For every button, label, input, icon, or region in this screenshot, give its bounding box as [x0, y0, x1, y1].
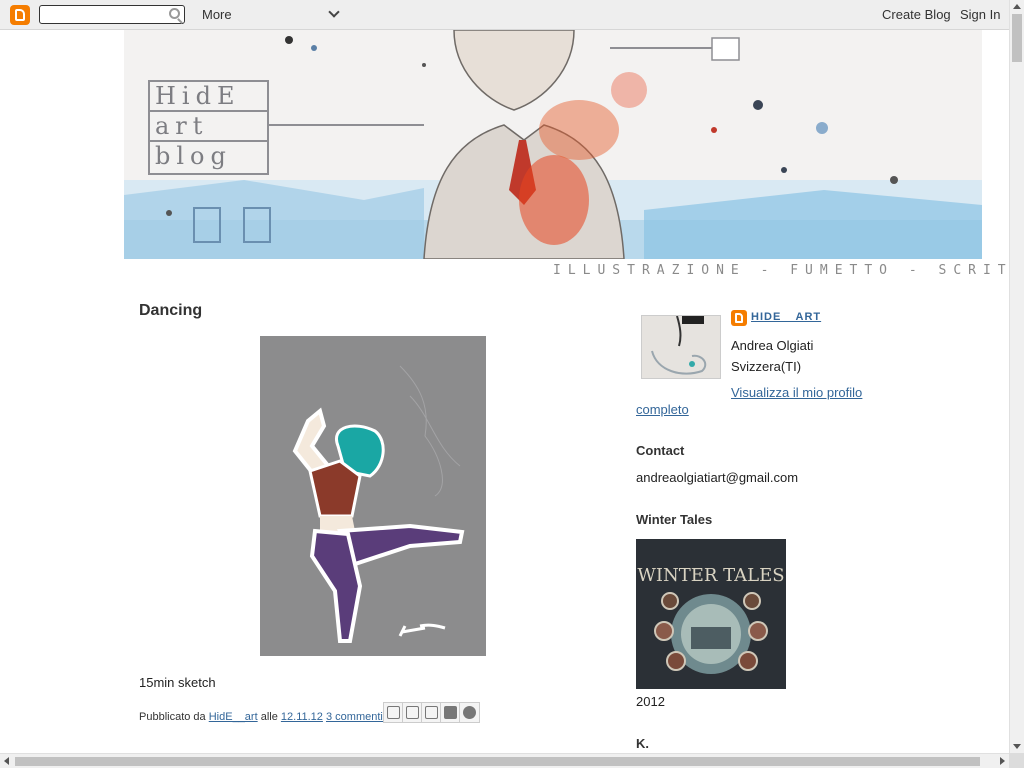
profile-link-line2: completo — [636, 402, 689, 417]
contact-heading: Contact — [636, 443, 685, 458]
logo-text-blog: blog — [155, 142, 232, 170]
email-icon — [387, 706, 400, 719]
next-widget-heading: K. — [636, 736, 649, 751]
published-by-label: Pubblicato da — [139, 711, 206, 723]
profile-link-line1: Visualizza il mio profilo — [731, 385, 863, 400]
blogger-navbar: More Create Blog Sign In — [0, 0, 1009, 30]
profile-real-name: Andrea Olgiati — [731, 338, 814, 353]
chevron-down-icon[interactable] — [328, 6, 340, 18]
blogger-logo-icon[interactable] — [10, 5, 30, 25]
scroll-corner — [1009, 753, 1024, 768]
more-menu[interactable]: More — [202, 7, 232, 22]
share-buttons — [383, 702, 480, 723]
profile-picture — [642, 316, 720, 378]
comments-link[interactable]: 3 commenti: — [326, 711, 386, 723]
post-time-link[interactable]: 12.11.12 — [281, 711, 323, 723]
blogger-profile-icon — [731, 310, 747, 326]
facebook-share-button[interactable] — [441, 703, 460, 722]
pinterest-icon — [463, 706, 476, 719]
facebook-icon — [444, 706, 457, 719]
profile-photo[interactable] — [641, 315, 721, 379]
horizontal-scrollbar[interactable] — [0, 753, 1009, 768]
winter-tales-heading: Winter Tales — [636, 512, 713, 527]
blogger-icon — [406, 706, 419, 719]
winter-tales-caption: 2012 — [636, 694, 665, 709]
dancing-illustration — [260, 336, 486, 656]
search-icon[interactable] — [169, 8, 180, 19]
twitter-share-button[interactable] — [422, 703, 441, 722]
post-image[interactable] — [260, 336, 486, 656]
logo-text-hide: HidE — [155, 82, 241, 110]
author-link[interactable]: HidE__art — [209, 711, 258, 723]
search-input[interactable] — [39, 5, 185, 24]
scroll-down-arrow-icon[interactable] — [1013, 744, 1021, 749]
sign-in-link[interactable]: Sign In — [960, 7, 1000, 22]
winter-tales-cover: WINTER TALES — [636, 539, 786, 689]
twitter-icon — [425, 706, 438, 719]
post-body-text: 15min sketch — [139, 675, 216, 690]
logo-text-art: art — [155, 112, 209, 140]
winter-tales-image[interactable]: WINTER TALES — [636, 539, 786, 689]
header-tagline: ILLUSTRAZIONE - FUMETTO - SCRITTURA — [553, 263, 1024, 278]
create-blog-link[interactable]: Create Blog — [882, 7, 951, 22]
scroll-left-arrow-icon[interactable] — [4, 757, 9, 765]
vertical-scrollbar[interactable] — [1009, 0, 1024, 753]
post-title[interactable]: Dancing — [139, 302, 202, 320]
at-label: alle — [260, 711, 278, 723]
horizontal-scroll-thumb[interactable] — [15, 757, 980, 766]
winter-tales-cover-title: WINTER TALES — [637, 565, 784, 586]
email-share-button[interactable] — [384, 703, 403, 722]
scroll-up-arrow-icon[interactable] — [1013, 4, 1021, 9]
contact-email: andreaolgiatiart@gmail.com — [636, 470, 799, 485]
profile-name-link[interactable]: HIDE__ART — [751, 311, 821, 323]
view-full-profile-link[interactable]: Visualizza il mio profilo completo — [636, 384, 886, 418]
vertical-scroll-thumb[interactable] — [1012, 14, 1022, 62]
blogthis-share-button[interactable] — [403, 703, 422, 722]
profile-location: Svizzera(TI) — [731, 359, 802, 374]
pinterest-share-button[interactable] — [460, 703, 479, 722]
scroll-right-arrow-icon[interactable] — [1000, 757, 1005, 765]
post-footer: Pubblicato da HidE__art alle 12.11.12 3 … — [139, 711, 386, 723]
